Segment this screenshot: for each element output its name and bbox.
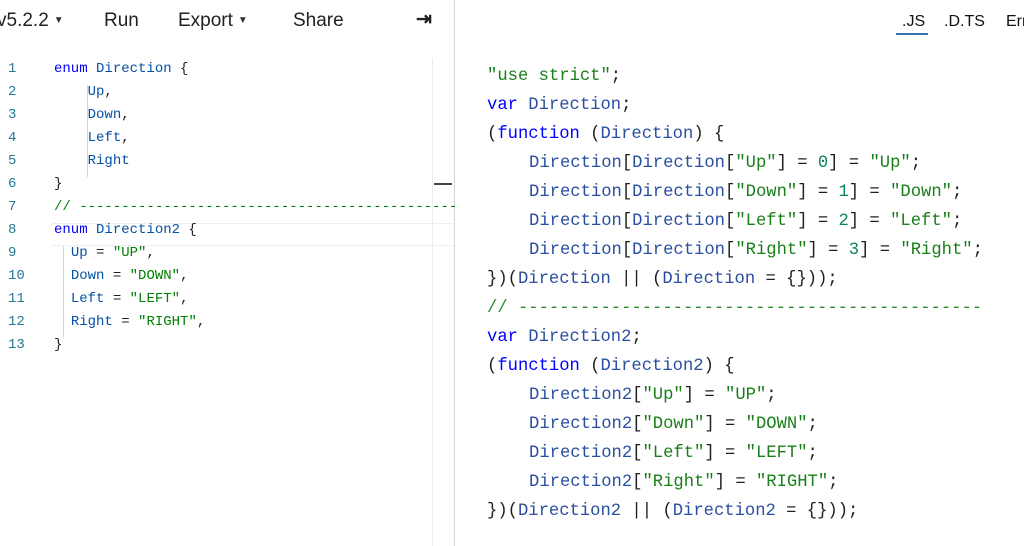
- export-label: Export: [178, 10, 233, 31]
- tab-js[interactable]: .JS: [902, 12, 925, 32]
- playground-toolbar: v5.2.2 ▼ Run Export ▼ Share ⇥: [0, 0, 454, 44]
- code-editor[interactable]: 1 enum Direction {2 Up, 3 Down, 4 Left, 5 Ri…: [0, 58, 458, 358]
- editor-scrollbar[interactable]: [432, 58, 454, 546]
- scrollbar-marker: [434, 183, 452, 185]
- chevron-down-icon: ▼: [53, 15, 64, 26]
- editor-line-code: // -------------------------------------…: [54, 199, 458, 215]
- output-line: Direction2["Up"] = "UP";: [529, 386, 777, 405]
- line-number: 13: [8, 337, 25, 353]
- editor-line: 12 Right = "RIGHT",: [0, 311, 454, 334]
- output-line: var Direction2;: [487, 328, 642, 347]
- version-label: v5.2.2: [0, 10, 49, 31]
- editor-line: 2 Up,: [0, 81, 454, 104]
- toggle-sidebar-icon[interactable]: ⇥: [416, 9, 432, 31]
- editor-line-code: enum Direction {: [54, 61, 189, 77]
- output-line: var Direction;: [487, 96, 632, 115]
- line-number: 4: [8, 130, 17, 146]
- editor-line-code: Left = "LEFT",: [70, 291, 189, 307]
- active-tab-indicator: [896, 33, 928, 35]
- line-number: 10: [8, 268, 25, 284]
- tab-errors[interactable]: Err: [1006, 12, 1024, 32]
- line-number: 3: [8, 107, 17, 123]
- line-number: 12: [8, 314, 25, 330]
- editor-line: 10 Down = "DOWN",: [0, 265, 454, 288]
- editor-line-code: }: [54, 337, 63, 353]
- output-line: })(Direction || (Direction = {}));: [487, 270, 838, 289]
- editor-line: 7 // ------------------------------------…: [0, 196, 458, 219]
- tab-dts[interactable]: .D.TS: [944, 12, 985, 32]
- output-line: Direction[Direction["Down"] = 1] = "Down…: [529, 183, 963, 202]
- editor-line: 5 Right: [0, 150, 454, 173]
- output-tabs: .JS .D.TS Err: [824, 0, 1024, 44]
- output-line: Direction2["Left"] = "LEFT";: [529, 444, 818, 463]
- output-line: })(Direction2 || (Direction2 = {}));: [487, 502, 859, 521]
- editor-line-code: Up = "UP",: [70, 245, 155, 261]
- output-line: Direction[Direction["Left"] = 2] = "Left…: [529, 212, 963, 231]
- chevron-down-icon: ▼: [237, 15, 248, 26]
- editor-line-code: enum Direction2 {: [54, 222, 197, 238]
- editor-line-code: Right = "RIGHT",: [70, 314, 206, 330]
- line-number: 7: [8, 199, 17, 215]
- line-number: 1: [8, 61, 17, 77]
- editor-line: 8 enum Direction2 {: [0, 219, 454, 242]
- share-button[interactable]: Share: [293, 10, 344, 32]
- line-number: 11: [8, 291, 25, 307]
- output-line: (function (Direction) {: [487, 125, 725, 144]
- editor-line: 9 Up = "UP",: [0, 242, 454, 265]
- run-button[interactable]: Run: [104, 10, 139, 32]
- line-number: 2: [8, 84, 17, 100]
- editor-line-code: Down = "DOWN",: [70, 268, 189, 284]
- output-line: "use strict";: [487, 67, 622, 86]
- editor-line-code: }: [54, 176, 63, 192]
- line-number: 9: [8, 245, 17, 261]
- version-dropdown[interactable]: v5.2.2 ▼: [0, 10, 64, 32]
- editor-line: 1 enum Direction {: [0, 58, 454, 81]
- editor-line: 4 Left,: [0, 127, 454, 150]
- output-line: Direction2["Down"] = "DOWN";: [529, 415, 818, 434]
- line-number: 8: [8, 222, 17, 238]
- editor-line-code: Left,: [87, 130, 130, 146]
- output-line: Direction[Direction["Up"] = 0] = "Up";: [529, 154, 922, 173]
- editor-line: 6}: [0, 173, 454, 196]
- editor-line: 13}: [0, 334, 454, 357]
- output-line: Direction[Direction["Right"] = 3] = "Rig…: [529, 241, 983, 260]
- output-line: Direction2["Right"] = "RIGHT";: [529, 473, 839, 492]
- line-number: 5: [8, 153, 17, 169]
- export-dropdown[interactable]: Export ▼: [178, 10, 248, 32]
- editor-line-code: Down,: [87, 107, 130, 123]
- editor-line-code: Up,: [87, 84, 113, 100]
- output-line: // -------------------------------------…: [487, 299, 983, 318]
- editor-line: 3 Down,: [0, 104, 454, 127]
- editor-line: 11 Left = "LEFT",: [0, 288, 454, 311]
- line-number: 6: [8, 176, 17, 192]
- output-line: (function (Direction2) {: [487, 357, 735, 376]
- pane-divider[interactable]: [454, 0, 455, 546]
- editor-line-code: Right: [87, 153, 130, 169]
